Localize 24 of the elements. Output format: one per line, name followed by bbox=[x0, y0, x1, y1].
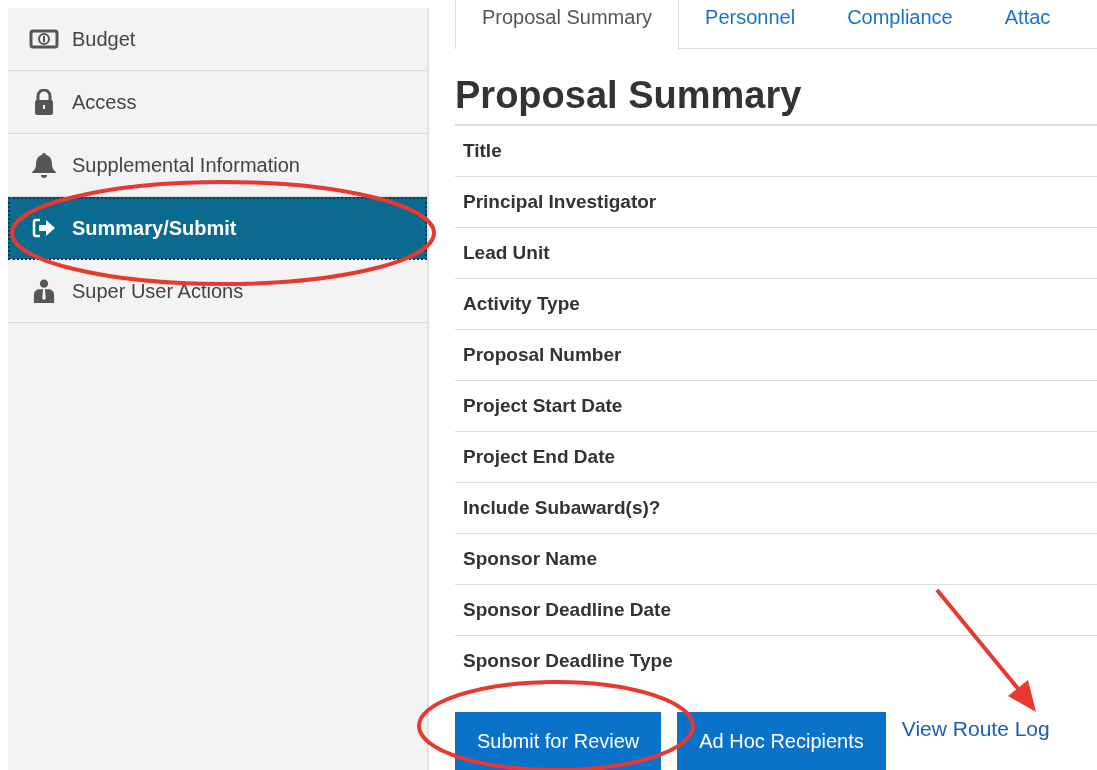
tab[interactable]: Proposal Summary bbox=[455, 0, 680, 49]
sidebar-item[interactable]: Budget bbox=[8, 8, 427, 71]
field-label: Include Subaward(s)? bbox=[455, 483, 1097, 534]
route-log-link[interactable]: View Route Log bbox=[901, 717, 1050, 741]
tab[interactable]: Compliance bbox=[821, 0, 979, 49]
field-label: Activity Type bbox=[455, 279, 1097, 330]
tab[interactable]: Attac bbox=[978, 0, 1077, 49]
tab[interactable]: Personnel bbox=[679, 0, 822, 49]
field-label: Sponsor Deadline Type bbox=[462, 649, 674, 673]
action-button[interactable]: Ad Hoc Recipients bbox=[677, 712, 886, 770]
sidebar-item[interactable]: Access bbox=[8, 71, 427, 134]
field-label: Sponsor Name bbox=[455, 534, 1097, 585]
field-label: Title bbox=[455, 126, 1097, 177]
sidebar-item[interactable]: Summary/Submit bbox=[8, 197, 427, 260]
money-icon bbox=[28, 29, 60, 49]
field-label: Sponsor Deadline Date bbox=[455, 585, 1097, 636]
field-label: Project End Date bbox=[455, 432, 1097, 483]
field-label: Proposal Number bbox=[455, 330, 1097, 381]
page-heading: Proposal Summary bbox=[455, 74, 1097, 126]
action-button[interactable]: Submit for Review bbox=[455, 712, 662, 770]
field-label: Lead Unit bbox=[455, 228, 1097, 279]
sidebar-item[interactable]: Super User Actions bbox=[8, 260, 427, 323]
field-label: Project Start Date bbox=[455, 381, 1097, 432]
field-label: Principal Investigator bbox=[455, 177, 1097, 228]
